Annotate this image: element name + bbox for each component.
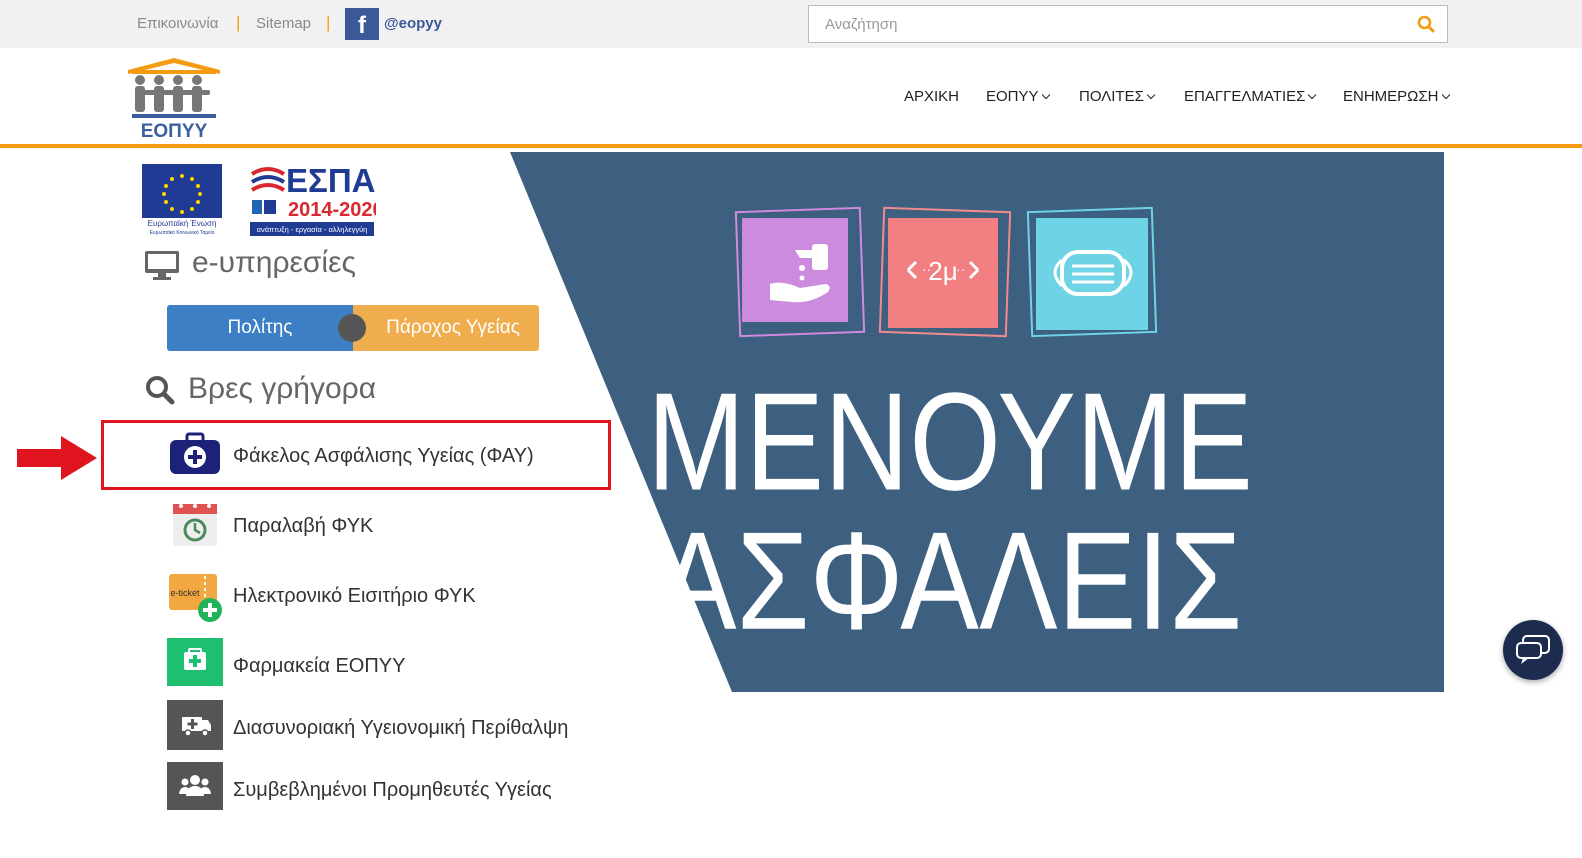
banner-line1: ΜΕΝΟΥΜΕ: [647, 364, 1253, 519]
list-item-crossborder[interactable]: Διασυνοριακή Υγειονομική Περίθαλψη: [167, 700, 607, 756]
list-item-label: Φαρμακεία ΕΟΠΥΥ: [233, 655, 406, 677]
top-separator: |: [326, 13, 331, 32]
chevron-down-icon: [1146, 90, 1156, 100]
nav-eopyy[interactable]: ΕΟΠΥΥ: [986, 88, 1050, 105]
list-item-eticket[interactable]: e-ticket Ηλεκτρονικό Εισιτήριο ΦΥΚ: [167, 568, 607, 624]
arrow-right-icon: [17, 436, 97, 480]
nav-label: ΕΠΑΓΓΕΛΜΑΤΙΕΣ: [1184, 88, 1306, 105]
provider-toggle-button[interactable]: Πάροχος Υγείας: [353, 305, 539, 351]
citizen-toggle-button[interactable]: Πολίτης: [167, 305, 353, 351]
chat-button[interactable]: [1503, 620, 1563, 680]
nav-label: ΠΟΛΙΤΕΣ: [1079, 88, 1144, 105]
eu-label: Ευρωπαϊκή Ένωση: [148, 219, 217, 228]
first-aid-kit-icon: [167, 638, 223, 686]
nav-news[interactable]: ΕΝΗΜΕΡΩΣΗ: [1343, 88, 1450, 105]
site-header: ΕΟΠΥΥ ΑΡΧΙΚΗ ΕΟΠΥΥ ΠΟΛΙΤΕΣ ΕΠΑΓΓΕΛΜΑΤΙΕΣ…: [0, 48, 1582, 148]
espa-tagline: ανάπτυξη - εργασία - αλληλεγγύη: [257, 225, 368, 234]
quickfind-title: Βρες γρήγορα: [188, 372, 377, 405]
nav-label: ΕΝΗΜΕΡΩΣΗ: [1343, 88, 1439, 105]
search-input[interactable]: [809, 6, 1389, 42]
espa-logo: ΕΣΠΑ 2014-2020 ανάπτυξη - εργασία - αλλη…: [250, 162, 376, 236]
espa-title: ΕΣΠΑ: [286, 162, 375, 199]
toggle-knob[interactable]: [338, 314, 366, 342]
e-ticket-icon: e-ticket: [169, 574, 222, 622]
chat-bubbles-icon: [1516, 635, 1550, 664]
top-separator: |: [236, 13, 241, 32]
contact-link[interactable]: Επικοινωνία: [137, 15, 218, 32]
eu-sublabel: Ευρωπαϊκό Κοινωνικό Ταμείο: [150, 229, 215, 236]
distance-label: 2μ: [928, 256, 957, 286]
nav-home[interactable]: ΑΡΧΙΚΗ: [904, 88, 959, 105]
stay-safe-banner[interactable]: 2μ ·· ·· ΜΕΝΟΥΜΕ ΑΣΦΑΛΕΙΣ: [510, 152, 1444, 692]
chevron-down-icon: [1308, 90, 1317, 100]
svg-text:··: ··: [922, 261, 931, 277]
list-item-suppliers[interactable]: Συμβεβλημένοι Προμηθευτές Υγείας: [167, 762, 607, 818]
top-bar: Επικοινωνία | Sitemap | f @eopyy: [0, 0, 1582, 48]
medical-bag-icon: [170, 432, 220, 478]
monitor-icon: [145, 251, 179, 280]
banner-line2: ΑΣΦΑΛΕΙΣ: [658, 504, 1242, 659]
list-item-label: Διασυνοριακή Υγειονομική Περίθαλψη: [233, 717, 569, 739]
sitemap-link[interactable]: Sitemap: [256, 15, 311, 32]
ambulance-icon: [167, 700, 223, 750]
eu-flag-logo: Ευρωπαϊκή Ένωση Ευρωπαϊκό Κοινωνικό Ταμε…: [142, 164, 222, 236]
list-item-pharmacies[interactable]: Φαρμακεία ΕΟΠΥΥ: [167, 638, 607, 694]
eopyy-logo[interactable]: ΕΟΠΥΥ: [126, 56, 222, 140]
search-icon: [146, 376, 175, 405]
facebook-handle-link[interactable]: @eopyy: [384, 15, 442, 32]
distance-icon: 2μ ·· ··: [878, 206, 1012, 338]
nav-label: ΕΟΠΥΥ: [986, 88, 1039, 105]
list-item-label: Συμβεβλημένοι Προμηθευτές Υγείας: [233, 779, 552, 801]
facebook-letter: f: [358, 12, 366, 39]
list-item-label: Φάκελος Ασφάλισης Υγείας (ΦΑΥ): [233, 445, 534, 467]
logo-text: ΕΟΠΥΥ: [141, 121, 208, 140]
face-mask-icon: [1026, 206, 1158, 338]
search-icon[interactable]: [1417, 15, 1435, 33]
list-item-label: Παραλαβή ΦΥΚ: [233, 515, 374, 537]
list-item-fyk-pickup[interactable]: Παραλαβή ΦΥΚ: [167, 498, 607, 554]
nav-citizens[interactable]: ΠΟΛΙΤΕΣ: [1079, 88, 1156, 105]
search-box: [808, 5, 1448, 43]
calendar-clock-icon: [173, 504, 217, 546]
nav-label: ΑΡΧΙΚΗ: [904, 88, 960, 105]
user-type-toggle: Πολίτης Πάροχος Υγείας: [167, 305, 539, 351]
eservices-title: e-υπηρεσίες: [192, 246, 356, 279]
chevron-down-icon: [1441, 90, 1450, 100]
list-item-health-record[interactable]: Φάκελος Ασφάλισης Υγείας (ΦΑΥ): [167, 428, 607, 484]
svg-text:··: ··: [956, 261, 965, 277]
eticket-text: e-ticket: [170, 588, 200, 598]
group-icon: [167, 762, 223, 810]
chevron-down-icon: [1041, 90, 1050, 100]
sanitizer-icon: [734, 206, 866, 338]
list-item-label: Ηλεκτρονικό Εισιτήριο ΦΥΚ: [233, 585, 476, 607]
espa-years: 2014-2020: [288, 199, 376, 221]
nav-professionals[interactable]: ΕΠΑΓΓΕΛΜΑΤΙΕΣ: [1184, 88, 1317, 105]
facebook-icon[interactable]: f: [345, 8, 379, 40]
